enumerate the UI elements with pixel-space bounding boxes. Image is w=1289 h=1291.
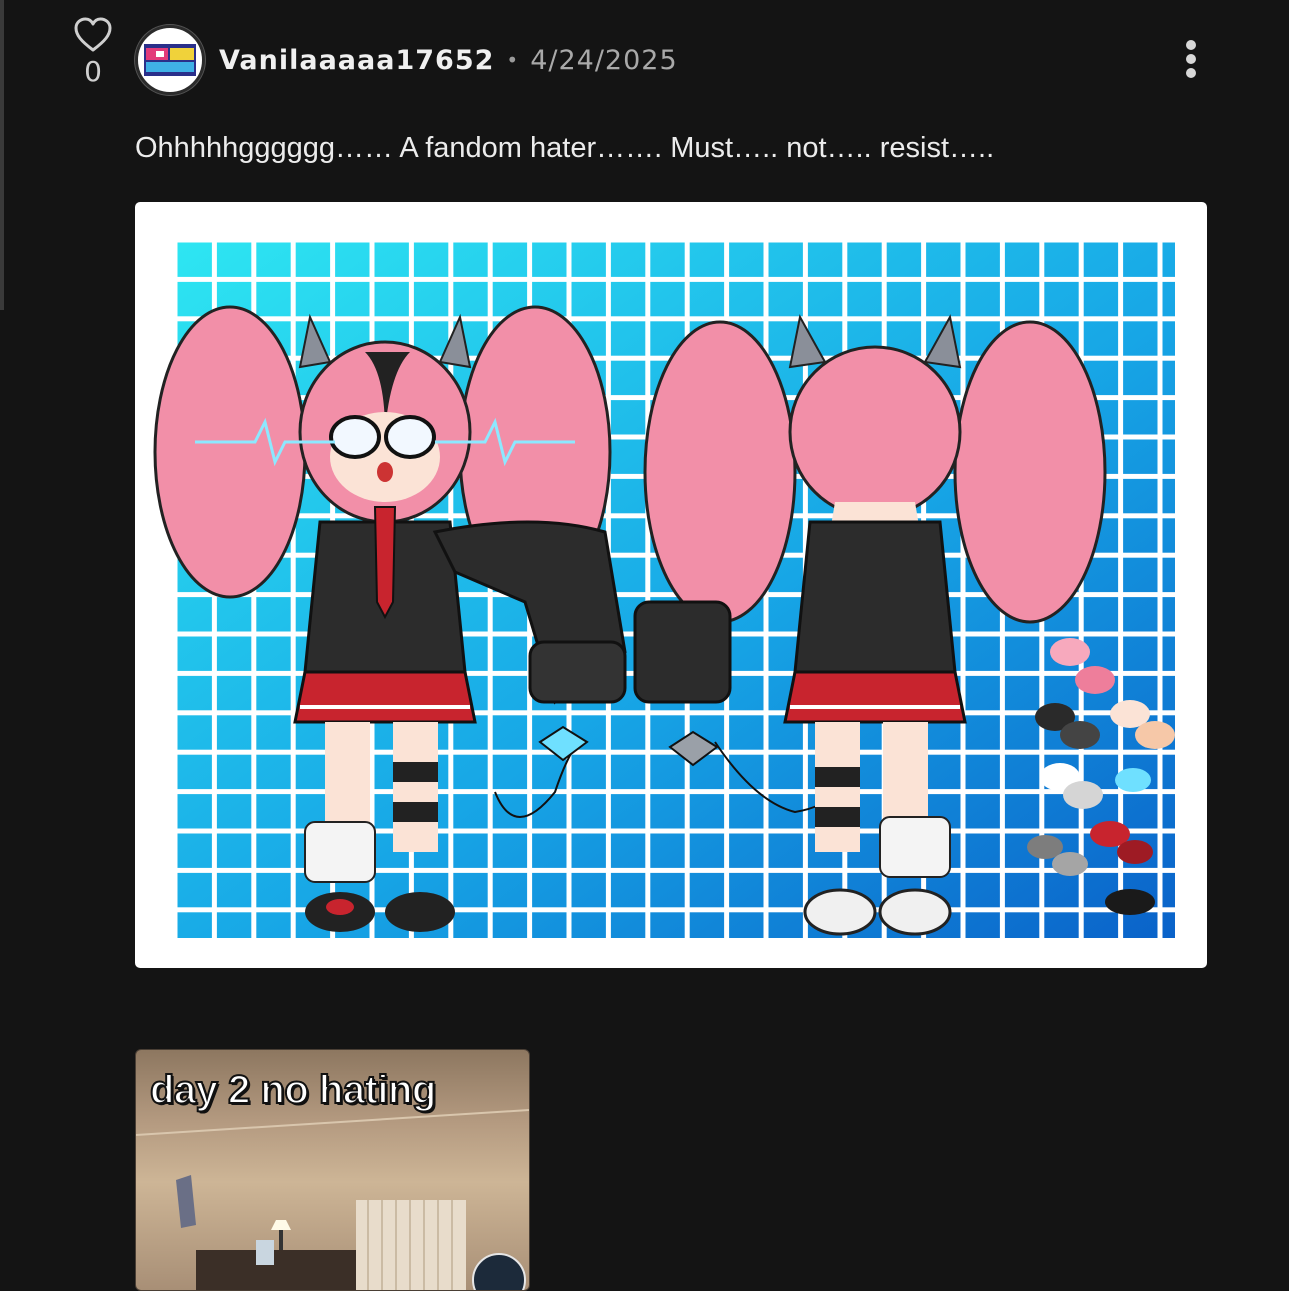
post-attachment-image[interactable]: [135, 202, 1207, 968]
separator-dot: •: [506, 48, 519, 72]
video-thumbnail[interactable]: day 2 no hating: [135, 1049, 530, 1291]
vote-count: 0: [84, 55, 102, 88]
avatar-image: [144, 44, 196, 76]
video-caption: day 2 no hating: [149, 1067, 437, 1113]
vertical-ellipsis-icon[interactable]: [1176, 38, 1206, 82]
left-edge-divider: [0, 0, 4, 310]
post-text: Ohhhhhgggggg…… A fandom hater……. Must…..…: [135, 132, 995, 164]
post-date: 4/24/2025: [530, 44, 678, 76]
avatar[interactable]: [135, 25, 205, 95]
post-header: Vanilaaaaa17652 • 4/24/2025: [135, 24, 678, 96]
heart-icon[interactable]: [73, 16, 113, 54]
username[interactable]: Vanilaaaaa17652: [219, 45, 494, 76]
vote-column: 0: [70, 16, 116, 88]
character-reference-art: [153, 240, 1175, 938]
